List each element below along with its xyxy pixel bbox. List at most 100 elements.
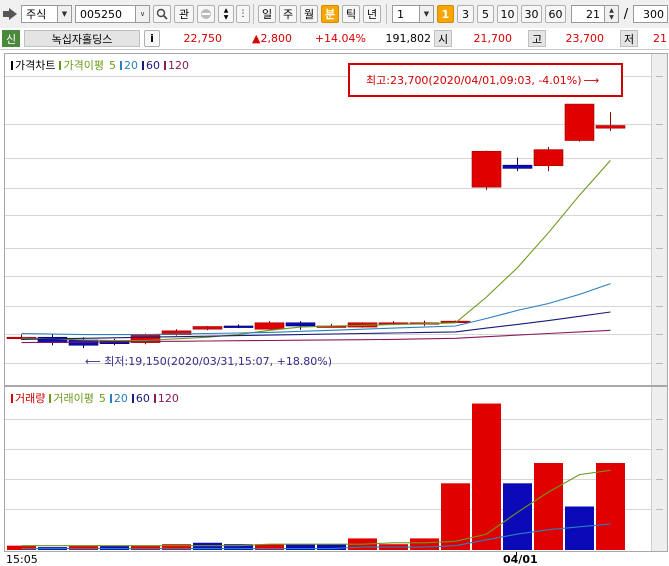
candle-body bbox=[254, 322, 285, 330]
high-annotation-text: 최고:23,700(2020/04/01,09:03, -4.01%) bbox=[366, 74, 582, 87]
candle-body bbox=[533, 149, 564, 167]
minute-30-button[interactable]: 30 bbox=[521, 5, 542, 23]
info-icon: i bbox=[150, 32, 154, 45]
divider bbox=[253, 4, 254, 24]
open-label: 시 bbox=[434, 30, 452, 47]
candle-body bbox=[285, 322, 316, 327]
low-price: 21 bbox=[640, 28, 667, 49]
info-button[interactable]: i bbox=[144, 30, 160, 47]
arrow-left-icon: ⟵ bbox=[85, 355, 101, 368]
total-count-field[interactable]: 300 bbox=[633, 5, 668, 23]
period-minute-label: 분 bbox=[324, 8, 336, 21]
volume-bar bbox=[100, 545, 129, 550]
volume-bar bbox=[534, 463, 563, 550]
low-price-value: 21 bbox=[653, 32, 667, 45]
stock-code-value: 005250 bbox=[80, 7, 122, 21]
low-label-text: 저 bbox=[623, 32, 635, 46]
volume-bar bbox=[131, 545, 160, 550]
interval-select[interactable]: 1 ▼ bbox=[392, 5, 434, 23]
count-separator: / bbox=[621, 5, 631, 23]
price-chart-panel[interactable]: 가격차트 가격이평 5 20 60 120 최고:23,700(2020/04/… bbox=[4, 53, 668, 386]
minute-60-button[interactable]: 60 bbox=[545, 5, 566, 23]
minute-3-label: 3 bbox=[462, 7, 469, 21]
spinner-icon[interactable]: ▲ ▼ bbox=[604, 6, 618, 22]
chevron-down-icon: ▼ bbox=[57, 6, 71, 22]
change-percent-value: +14.04% bbox=[314, 32, 366, 45]
total-count-value: 300 bbox=[643, 7, 664, 21]
price-change: ▲2,800 bbox=[226, 28, 292, 49]
period-tick-label: 틱 bbox=[345, 8, 357, 21]
search-button[interactable] bbox=[153, 5, 171, 23]
period-week[interactable]: 주 bbox=[279, 5, 297, 23]
arrow-right-icon: ⟶ bbox=[583, 73, 600, 87]
minute-3-button[interactable]: 3 bbox=[457, 5, 474, 23]
interest-button[interactable]: 관 bbox=[174, 5, 194, 23]
stock-code-field[interactable]: 005250 ∨ bbox=[75, 5, 150, 23]
settings-button[interactable]: ⋮ bbox=[236, 5, 250, 23]
credit-badge: 신 bbox=[2, 30, 20, 47]
x-axis-date-label: 04/01 bbox=[503, 553, 538, 566]
candle-body bbox=[595, 125, 626, 129]
period-tick[interactable]: 틱 bbox=[342, 5, 360, 23]
open-price-value: 21,700 bbox=[473, 32, 513, 45]
search-icon bbox=[156, 8, 168, 20]
x-axis-date-text: 04/01 bbox=[503, 553, 538, 566]
minute-1-label: 1 bbox=[441, 7, 450, 21]
x-axis-time-label: 15:05 bbox=[6, 553, 38, 566]
spin-up-icon: ▲ bbox=[223, 7, 229, 14]
stock-name-label: 녹십자홀딩스 bbox=[51, 32, 113, 46]
high-annotation: 최고:23,700(2020/04/01,09:03, -4.01%) ⟶ bbox=[348, 63, 623, 97]
volume-chart-panel[interactable]: 거래량 거래이평 5 20 60 120 bbox=[4, 386, 668, 552]
toolbar: 주식 ▼ 005250 ∨ 관 ▲ ▼ ⋮ 일 주 월 분 틱 년 1 ▼ 1 3… bbox=[0, 0, 669, 29]
low-annotation-text: 최저:19,150(2020/03/31,15:07, +18.80%) bbox=[104, 355, 333, 368]
period-month[interactable]: 월 bbox=[300, 5, 318, 23]
change-percent: +14.04% bbox=[296, 28, 366, 49]
market-select[interactable]: 주식 ▼ bbox=[21, 5, 72, 23]
candle-body bbox=[471, 150, 502, 188]
minute-5-label: 5 bbox=[482, 7, 489, 21]
nav-arrow-icon[interactable] bbox=[2, 6, 20, 22]
volume-scroll-axis[interactable] bbox=[651, 387, 667, 551]
period-day[interactable]: 일 bbox=[258, 5, 276, 23]
candle-body bbox=[223, 325, 254, 328]
period-year-label: 년 bbox=[366, 8, 378, 21]
volume-bar bbox=[410, 538, 439, 550]
volume-bar bbox=[7, 545, 36, 550]
ma-line-5 bbox=[21, 160, 611, 342]
minute-5-button[interactable]: 5 bbox=[477, 5, 494, 23]
chevron-down-icon: ▼ bbox=[419, 6, 433, 22]
high-label: 고 bbox=[528, 30, 546, 47]
current-price-value: 22,750 bbox=[183, 32, 223, 45]
period-week-label: 주 bbox=[282, 8, 294, 21]
period-day-label: 일 bbox=[261, 8, 273, 21]
volume-bar bbox=[503, 483, 532, 550]
minute-10-button[interactable]: 10 bbox=[497, 5, 518, 23]
candle-body bbox=[502, 164, 533, 169]
spin-button[interactable]: ▲ ▼ bbox=[218, 5, 234, 23]
candle-body bbox=[564, 103, 595, 141]
price-change-value: ▲2,800 bbox=[252, 32, 292, 45]
x-axis-time-text: 15:05 bbox=[6, 553, 38, 566]
volume-bar bbox=[472, 403, 501, 550]
interest-button-label: 관 bbox=[178, 8, 190, 21]
period-year[interactable]: 년 bbox=[363, 5, 381, 23]
spin-down-icon: ▼ bbox=[223, 14, 229, 21]
trade-volume-value: 191,802 bbox=[385, 32, 432, 45]
open-price: 21,700 bbox=[454, 28, 513, 49]
interval-value: 1 bbox=[397, 7, 404, 21]
volume-chart-svg bbox=[7, 403, 625, 550]
count-input[interactable]: 21 ▲ ▼ bbox=[571, 5, 619, 23]
period-minute[interactable]: 분 bbox=[321, 5, 339, 23]
minute-30-label: 30 bbox=[524, 7, 539, 21]
minute-60-label: 60 bbox=[548, 7, 563, 21]
low-annotation: ⟵ 최저:19,150(2020/03/31,15:07, +18.80%) bbox=[85, 353, 332, 369]
low-label: 저 bbox=[620, 30, 638, 47]
chevron-down-icon: ∨ bbox=[135, 6, 149, 22]
minute-1-button[interactable]: 1 bbox=[437, 5, 454, 23]
stock-name: 녹십자홀딩스 bbox=[24, 30, 140, 47]
link-button[interactable] bbox=[197, 5, 215, 23]
price-scroll-axis[interactable] bbox=[651, 54, 667, 385]
divider bbox=[386, 4, 387, 24]
count-input-value: 21 bbox=[586, 7, 600, 21]
trade-volume: 191,802 bbox=[368, 28, 432, 49]
